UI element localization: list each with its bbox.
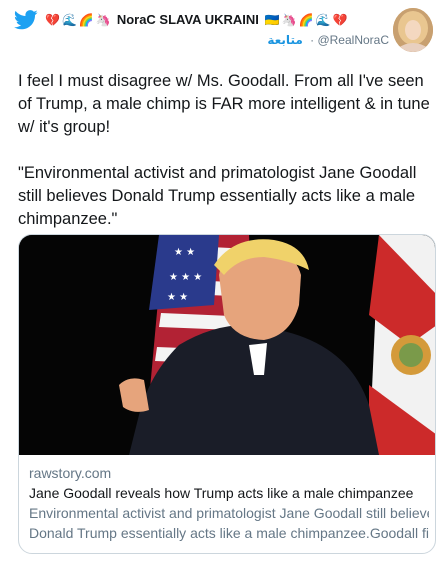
wave-icon: 🌊 [315,12,331,27]
follow-link[interactable]: متابعة [267,33,302,47]
tweet-text: I feel I must disagree w/ Ms. Goodall. F… [18,70,430,231]
card-description-line-2: Donald Trump essentially acts like a mal… [29,525,429,541]
avatar-portrait-image [393,8,433,52]
broken-heart-icon: 💔 [45,12,60,27]
card-description-line-1: Environmental activist and primatologist… [29,505,429,521]
card-title[interactable]: Jane Goodall reveals how Trump acts like… [29,483,429,503]
state-flag-shape [369,235,435,455]
ukraine-flag-icon: 🇺🇦 [264,12,280,27]
card-image[interactable]: ★ ★ ★ ★ ★ ★ ★ [19,235,435,455]
svg-text:★ ★: ★ ★ [167,292,188,303]
author-display-name[interactable]: 💔 🌊 🌈 🦄 NoraC SLAVA UKRAINI 🇺🇦 🦄 🌈 🌊 💔 [45,12,348,27]
avatar[interactable] [393,8,433,52]
svg-text:★ ★: ★ ★ [174,247,195,258]
card-description: Environmental activist and primatologist… [29,503,429,543]
rainbow-icon: 🌈 [298,12,314,27]
author-handle[interactable]: @RealNoraC [317,33,389,47]
tweet-header: 💔 🌊 🌈 🦄 NoraC SLAVA UKRAINI 🇺🇦 🦄 🌈 🌊 💔 م… [0,0,439,60]
svg-text:★ ★ ★: ★ ★ ★ [169,272,202,283]
wave-icon: 🌊 [61,12,77,27]
twitter-bird-icon[interactable] [14,10,38,30]
link-card[interactable]: ★ ★ ★ ★ ★ ★ ★ rawstory.com Jane Goodall … [18,234,436,554]
broken-heart-icon: 💔 [332,12,348,27]
unicorn-icon: 🦄 [95,12,111,27]
tweet-embed: 💔 🌊 🌈 🦄 NoraC SLAVA UKRAINI 🇺🇦 🦄 🌈 🌊 💔 م… [0,0,439,561]
unicorn-icon: 🦄 [281,12,297,27]
tweet-paragraph-1: I feel I must disagree w/ Ms. Goodall. F… [18,72,430,136]
separator-dot: · [310,33,315,47]
card-meta: rawstory.com Jane Goodall reveals how Tr… [29,463,429,543]
display-name-text: NoraC SLAVA UKRAINI [116,12,259,27]
card-domain: rawstory.com [29,465,112,481]
author-subline: متابعة · @RealNoraC [267,33,389,47]
rainbow-icon: 🌈 [78,12,94,27]
card-photo: ★ ★ ★ ★ ★ ★ ★ [19,235,435,455]
tweet-paragraph-2: "Environmental activist and primatologis… [18,164,417,228]
